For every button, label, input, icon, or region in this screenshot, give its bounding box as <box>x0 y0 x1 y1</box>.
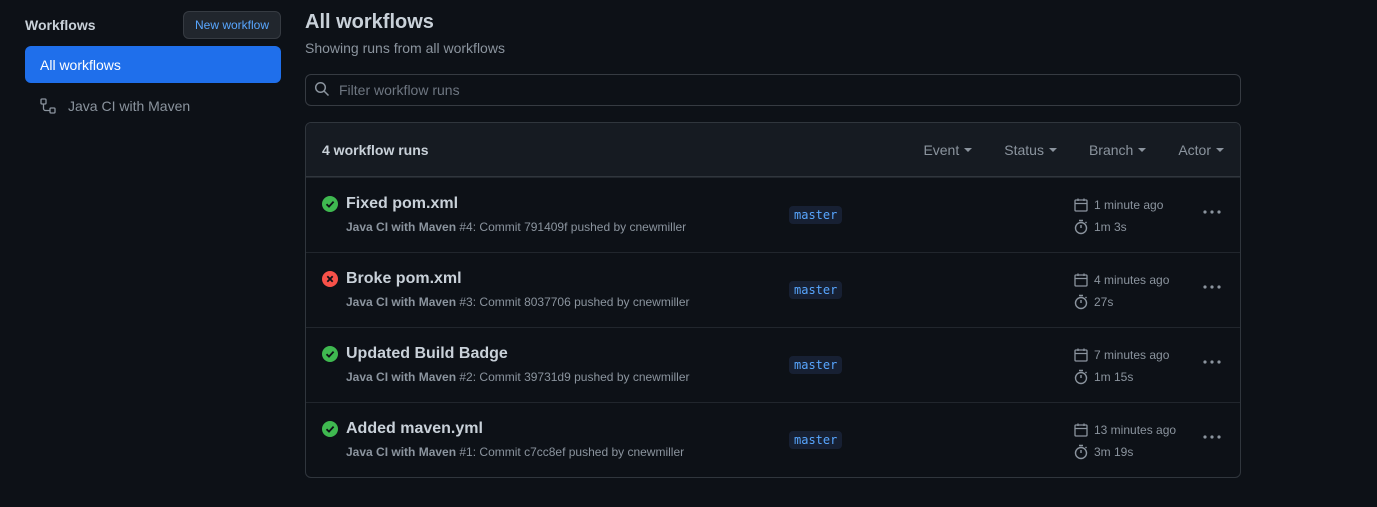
run-meta-text: #2: Commit 39731d9 pushed by cnewmiller <box>456 370 690 384</box>
runs-list-header: 4 workflow runs Event Status Branch Acto… <box>306 123 1240 177</box>
calendar-icon <box>1074 198 1088 212</box>
run-title-link[interactable]: Broke pom.xml <box>346 270 462 288</box>
run-workflow-name: Java CI with Maven <box>346 445 457 459</box>
stopwatch-icon <box>1074 369 1088 385</box>
run-duration: 27s <box>1073 294 1113 310</box>
run-time-ago: 4 minutes ago <box>1094 273 1170 287</box>
workflow-icon <box>40 97 56 114</box>
branch-badge[interactable]: master <box>789 431 843 449</box>
sidebar: Workflows New workflow All workflows Jav… <box>25 11 281 124</box>
more-options-icon[interactable] <box>1201 429 1223 445</box>
status-filter-dropdown[interactable]: Status <box>1004 142 1057 158</box>
branch-filter-dropdown[interactable]: Branch <box>1088 141 1147 158</box>
run-timestamp: 13 minutes ago <box>1073 422 1176 438</box>
run-workflow-name: Java CI with Maven <box>346 370 457 384</box>
workflow-run-row[interactable]: Added maven.yml Java CI with Maven #1: C… <box>306 402 1240 477</box>
run-meta-text: #4: Commit 791409f pushed by cnewmiller <box>456 220 687 234</box>
run-duration-value: 1m 15s <box>1094 370 1134 384</box>
calendar-icon <box>1074 348 1088 362</box>
success-check-icon <box>322 196 338 212</box>
run-title-link[interactable]: Added maven.yml <box>346 420 483 438</box>
chevron-down-icon <box>1138 147 1147 152</box>
actor-filter-dropdown[interactable]: Actor <box>1178 142 1224 158</box>
run-workflow-name: Java CI with Maven <box>346 295 457 309</box>
branch-filter-label: Branch <box>1088 141 1134 158</box>
sidebar-header: Workflows New workflow <box>25 11 281 39</box>
success-check-icon <box>322 346 338 362</box>
run-meta: Java CI with Maven #1: Commit c7cc8ef pu… <box>346 445 684 459</box>
run-duration-value: 27s <box>1094 295 1114 309</box>
run-meta: Java CI with Maven #2: Commit 39731d9 pu… <box>346 370 690 384</box>
run-meta-text: #1: Commit c7cc8ef pushed by cnewmiller <box>456 445 685 459</box>
actor-filter-label: Actor <box>1178 141 1211 158</box>
run-time-ago: 13 minutes ago <box>1094 423 1177 437</box>
stopwatch-icon <box>1074 294 1088 310</box>
sidebar-item-label: All workflows <box>40 56 121 73</box>
more-options-icon[interactable] <box>1201 204 1223 220</box>
run-timestamp: 4 minutes ago <box>1073 272 1169 288</box>
filter-workflow-runs-input[interactable] <box>339 82 1240 98</box>
chevron-down-icon <box>1048 147 1057 152</box>
branch-badge[interactable]: master <box>789 206 843 224</box>
search-icon <box>314 81 330 100</box>
failure-x-icon <box>322 271 338 287</box>
runs-count: 4 workflow runs <box>322 141 429 158</box>
sidebar-item-all-workflows[interactable]: All workflows <box>25 46 281 83</box>
more-options-icon[interactable] <box>1201 354 1223 370</box>
stopwatch-icon <box>1074 219 1088 235</box>
status-filter-label: Status <box>1004 141 1044 158</box>
page-title: All workflows <box>305 11 434 33</box>
workflow-run-row[interactable]: Fixed pom.xml Java CI with Maven #4: Com… <box>306 177 1240 252</box>
calendar-icon <box>1074 423 1088 437</box>
calendar-icon <box>1074 273 1088 287</box>
run-title-link[interactable]: Fixed pom.xml <box>346 195 458 213</box>
page-subtitle: Showing runs from all workflows <box>305 40 505 56</box>
sidebar-item-label: Java CI with Maven <box>68 97 191 114</box>
main-content: All workflows Showing runs from all work… <box>305 9 1241 478</box>
run-duration-value: 3m 19s <box>1094 445 1134 459</box>
sidebar-item-java-ci-with-maven[interactable]: Java CI with Maven <box>25 87 281 124</box>
event-filter-dropdown[interactable]: Event <box>923 141 973 158</box>
run-timestamp: 7 minutes ago <box>1073 347 1169 363</box>
run-duration: 1m 15s <box>1073 369 1133 385</box>
run-duration: 3m 19s <box>1073 444 1133 460</box>
chevron-down-icon <box>964 147 973 152</box>
run-time-ago: 7 minutes ago <box>1094 348 1170 362</box>
stopwatch-icon <box>1074 444 1088 460</box>
workflow-runs-list: 4 workflow runs Event Status Branch Acto… <box>305 122 1241 478</box>
branch-badge[interactable]: master <box>789 356 843 374</box>
run-timestamp: 1 minute ago <box>1073 197 1163 213</box>
success-check-icon <box>322 421 338 437</box>
event-filter-label: Event <box>923 141 960 158</box>
sidebar-title: Workflows <box>25 17 96 33</box>
run-workflow-name: Java CI with Maven <box>346 220 457 234</box>
workflow-run-row[interactable]: Broke pom.xml Java CI with Maven #3: Com… <box>306 252 1240 327</box>
run-time-ago: 1 minute ago <box>1094 198 1164 212</box>
filter-box <box>305 74 1241 106</box>
run-duration: 1m 3s <box>1073 219 1127 235</box>
run-meta: Java CI with Maven #4: Commit 791409f pu… <box>346 220 686 234</box>
more-options-icon[interactable] <box>1201 279 1223 295</box>
run-meta: Java CI with Maven #3: Commit 8037706 pu… <box>346 295 690 309</box>
run-meta-text: #3: Commit 8037706 pushed by cnewmiller <box>456 295 690 309</box>
branch-badge[interactable]: master <box>789 281 843 299</box>
run-title-link[interactable]: Updated Build Badge <box>346 345 508 363</box>
run-duration-value: 1m 3s <box>1094 220 1127 234</box>
chevron-down-icon <box>1216 147 1224 152</box>
new-workflow-button[interactable]: New workflow <box>182 11 281 39</box>
workflow-run-row[interactable]: Updated Build Badge Java CI with Maven #… <box>306 327 1240 402</box>
